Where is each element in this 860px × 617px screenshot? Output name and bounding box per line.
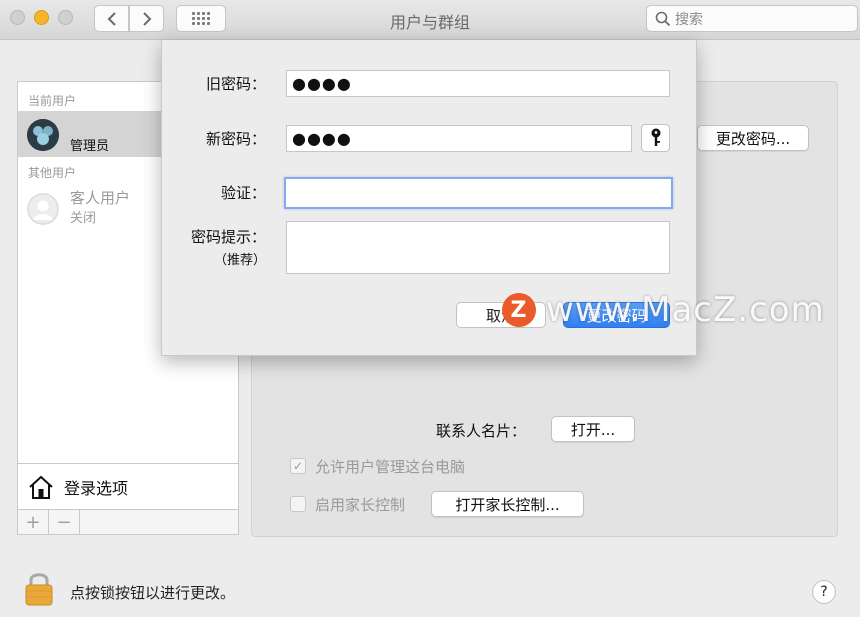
allow-admin-checkbox[interactable]: ✓	[290, 458, 306, 474]
guest-user-status: 关闭	[70, 211, 97, 226]
hint-sub-label: （推荐）	[213, 253, 266, 268]
current-user-label: 当前用户	[28, 94, 77, 108]
watermark-logo: Z	[502, 293, 536, 327]
contact-card-label: 联系人名片：	[436, 422, 527, 440]
new-password-label: 新密码：	[205, 130, 266, 148]
parental-controls-label: 启用家长控制	[315, 496, 406, 514]
password-assistant-button[interactable]	[641, 124, 670, 152]
watermark-text: www.MacZ.com	[546, 290, 825, 330]
key-icon	[651, 128, 660, 146]
search-field[interactable]: 搜索	[646, 5, 858, 32]
add-remove-bar: + −	[18, 509, 238, 534]
password-hint-field[interactable]	[286, 221, 670, 274]
remove-user-button[interactable]: −	[49, 510, 80, 534]
house-icon	[29, 475, 53, 499]
current-user-role: 管理员	[70, 139, 110, 154]
old-password-field[interactable]: ●●●●	[286, 70, 670, 97]
watermark: Z www.MacZ.com	[502, 290, 825, 330]
guest-user-name[interactable]: 客人用户	[70, 187, 130, 208]
lock-icon[interactable]	[24, 570, 54, 610]
title-bar: 用户与群组 搜索	[0, 0, 860, 40]
user-avatar	[27, 119, 59, 151]
add-user-button[interactable]: +	[18, 510, 49, 534]
help-button[interactable]: ?	[812, 580, 836, 604]
old-password-label: 旧密码：	[205, 75, 266, 93]
verify-label: 验证：	[220, 184, 266, 202]
search-icon	[655, 11, 671, 26]
change-password-button[interactable]: 更改密码...	[697, 125, 809, 151]
open-contact-button[interactable]: 打开...	[551, 416, 635, 442]
parental-controls-checkbox[interactable]	[290, 496, 306, 512]
hint-label: 密码提示：	[190, 228, 266, 246]
verify-password-field[interactable]	[284, 177, 673, 209]
new-password-field[interactable]: ●●●●	[286, 125, 632, 152]
allow-admin-label: 允许用户管理这台电脑	[315, 458, 466, 476]
other-users-label: 其他用户	[28, 166, 77, 180]
search-placeholder: 搜索	[675, 11, 703, 28]
login-options-item[interactable]: 登录选项	[18, 463, 238, 509]
lock-message: 点按锁按钮以进行更改。	[70, 584, 236, 602]
login-options-label: 登录选项	[64, 478, 129, 498]
guest-avatar	[27, 193, 59, 225]
open-parental-controls-button[interactable]: 打开家长控制...	[431, 491, 584, 517]
